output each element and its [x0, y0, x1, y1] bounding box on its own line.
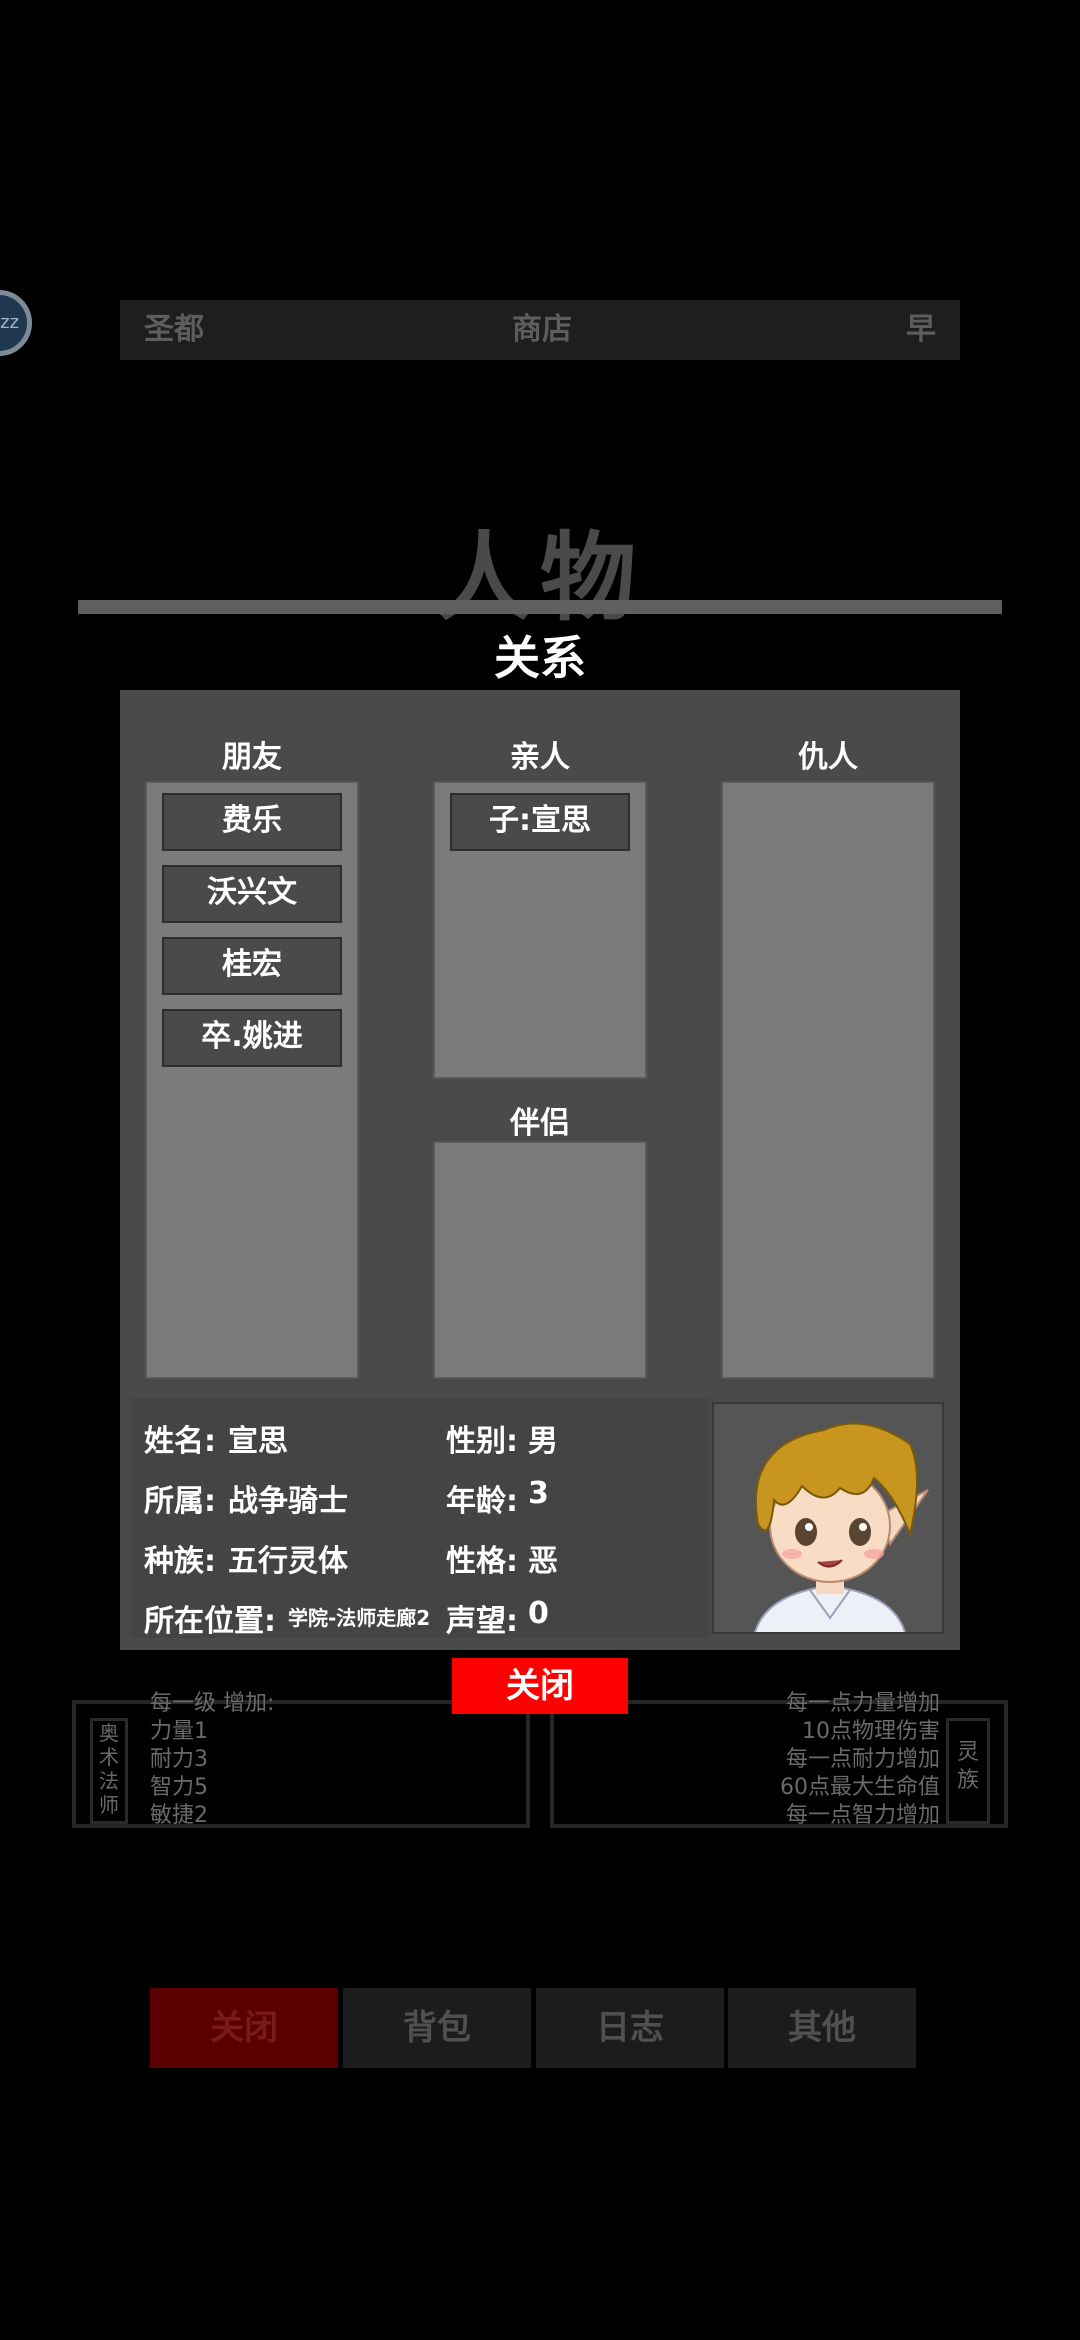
friend-item[interactable]: 沃兴文	[162, 865, 342, 923]
class-panel: 奥术 法师 每一级 增加: 力量1 耐力3 智力5 敏捷2	[72, 1691, 530, 1828]
location-value: 学院-法师走廊2	[288, 1606, 431, 1630]
partner-heading: 伴侣	[510, 1106, 570, 1141]
friend-item[interactable]: 费乐	[162, 793, 342, 851]
nav-other-button[interactable]: 其他	[728, 1988, 916, 2068]
race-label: 种族:	[144, 1544, 216, 1579]
name-value: 宣思	[228, 1424, 288, 1459]
page-title: 人物	[436, 522, 644, 634]
gender-value: 男	[528, 1424, 558, 1459]
reputation-label: 声望:	[446, 1604, 518, 1639]
shop-label[interactable]: 商店	[512, 300, 572, 360]
race-tag: 灵族	[946, 1718, 990, 1824]
title-divider	[78, 600, 1002, 614]
family-item[interactable]: 子:宣思	[450, 793, 630, 851]
character-info: 姓名: 宣思 性别: 男 所属: 战争骑士 年龄: 3 种族: 五行灵体 性格:…	[132, 1398, 708, 1639]
friends-heading: 朋友	[222, 740, 282, 775]
close-button[interactable]: 关闭	[452, 1658, 628, 1714]
age-value: 3	[528, 1476, 549, 1511]
nav-bag-button[interactable]: 背包	[343, 1988, 531, 2068]
personality-label: 性格:	[446, 1544, 518, 1579]
character-portrait	[712, 1402, 944, 1634]
family-heading: 亲人	[510, 740, 570, 775]
reputation-value: 0	[528, 1596, 549, 1631]
location-label: 所在位置:	[144, 1604, 276, 1639]
top-status-bar: 圣都 商店 早	[120, 300, 960, 360]
friend-item[interactable]: 桂宏	[162, 937, 342, 995]
nav-log-button[interactable]: 日志	[536, 1988, 724, 2068]
city-label: 圣都	[144, 312, 204, 347]
character-avatar-icon	[754, 1422, 929, 1632]
time-label: 早	[906, 312, 936, 347]
personality-value: 恶	[528, 1544, 558, 1579]
enemies-heading: 仇人	[798, 740, 858, 775]
class-tag: 奥术 法师	[90, 1718, 128, 1824]
age-label: 年龄:	[446, 1484, 518, 1519]
friend-item[interactable]: 卒.姚进	[162, 1009, 342, 1067]
race-value: 五行灵体	[228, 1544, 348, 1579]
sleep-icon[interactable]: zz	[0, 290, 32, 356]
partner-list	[433, 1141, 647, 1379]
nav-close-button[interactable]: 关闭	[150, 1988, 338, 2068]
gender-label: 性别:	[446, 1424, 518, 1459]
faction-value: 战争骑士	[228, 1484, 348, 1519]
race-panel: 每一点力量增加 10点物理伤害 每一点耐力增加 60点最大生命值 每一点智力增加 灵…	[550, 1691, 1008, 1828]
faction-label: 所属:	[144, 1484, 216, 1519]
dialog-title: 关系	[494, 631, 586, 685]
name-label: 姓名:	[144, 1424, 216, 1459]
enemies-list	[721, 781, 935, 1379]
